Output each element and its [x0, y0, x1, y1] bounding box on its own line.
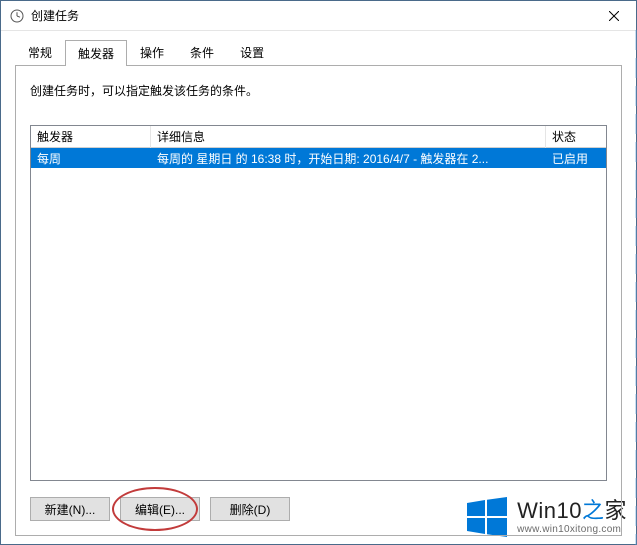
window-title: 创建任务	[31, 7, 591, 24]
column-header-status[interactable]: 状态	[546, 125, 606, 148]
cell-trigger: 每周	[31, 148, 151, 169]
tab-triggers[interactable]: 触发器	[65, 40, 127, 66]
delete-button[interactable]: 删除(D)	[210, 497, 290, 521]
close-button[interactable]	[591, 1, 636, 30]
tab-settings[interactable]: 设置	[227, 39, 277, 65]
tab-general[interactable]: 常规	[15, 39, 65, 65]
button-row: 新建(N)... 编辑(E)... 删除(D)	[30, 497, 607, 521]
listview-body: 每周 每周的 星期日 的 16:38 时，开始日期: 2016/4/7 - 触发…	[31, 148, 606, 480]
tabstrip: 常规 触发器 操作 条件 设置	[15, 39, 622, 65]
client-area: 常规 触发器 操作 条件 设置 创建任务时，可以指定触发该任务的条件。 触发器 …	[1, 31, 636, 544]
triggers-listview[interactable]: 触发器 详细信息 状态 每周 每周的 星期日 的 16:38 时，开始日期: 2…	[30, 125, 607, 481]
listview-header: 触发器 详细信息 状态	[31, 126, 606, 148]
cell-status: 已启用	[546, 148, 606, 169]
column-header-trigger[interactable]: 触发器	[31, 125, 151, 148]
cell-detail: 每周的 星期日 的 16:38 时，开始日期: 2016/4/7 - 触发器在 …	[151, 148, 546, 169]
new-button[interactable]: 新建(N)...	[30, 497, 110, 521]
edit-button[interactable]: 编辑(E)...	[120, 497, 200, 521]
tab-conditions[interactable]: 条件	[177, 39, 227, 65]
titlebar: 创建任务	[1, 1, 636, 31]
column-header-detail[interactable]: 详细信息	[151, 125, 546, 148]
tab-actions[interactable]: 操作	[127, 39, 177, 65]
panel-description: 创建任务时，可以指定触发该任务的条件。	[30, 82, 607, 99]
triggers-panel: 创建任务时，可以指定触发该任务的条件。 触发器 详细信息 状态 每周 每周的 星…	[15, 65, 622, 536]
trigger-row[interactable]: 每周 每周的 星期日 的 16:38 时，开始日期: 2016/4/7 - 触发…	[31, 148, 606, 168]
create-task-window: 创建任务 常规 触发器 操作 条件 设置 创建任务时，可以指定触发该任务的条件。…	[0, 0, 637, 545]
clock-icon	[9, 8, 25, 24]
close-icon	[609, 11, 619, 21]
